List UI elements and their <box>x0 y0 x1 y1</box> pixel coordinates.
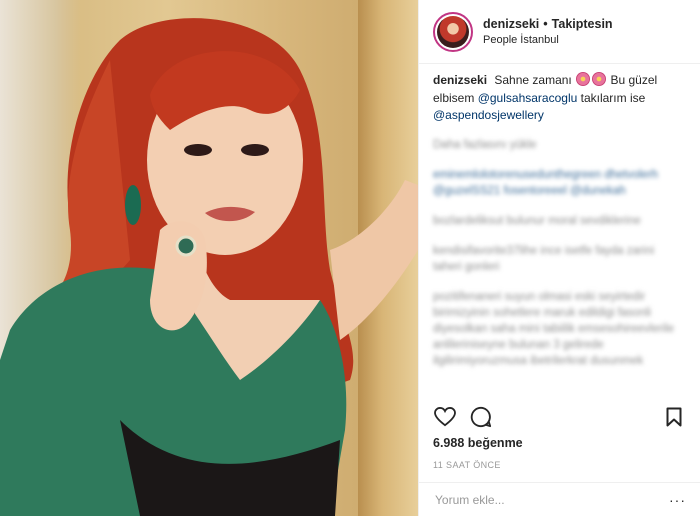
post-photo[interactable] <box>0 0 418 516</box>
comment-icon[interactable] <box>469 405 493 429</box>
blurred-comment: pozitifenaneri suyun olmasi eski seyirte… <box>433 290 674 367</box>
likes-count[interactable]: 6.988 beğenme <box>433 436 523 450</box>
caption-text-3: takılarım ise <box>580 90 646 105</box>
comment-input[interactable] <box>433 491 669 508</box>
avatar-image <box>437 15 469 48</box>
bookmark-icon[interactable] <box>662 405 686 429</box>
post-header-text: denizseki • Takiptesin People İstanbul <box>483 17 613 46</box>
follow-status[interactable]: Takiptesin <box>552 17 613 31</box>
blurred-comment: eminemlolotorenusedunthegreen dhetvolerh… <box>433 168 659 197</box>
photo-illustration <box>0 18 418 516</box>
post-side-panel: denizseki • Takiptesin People İstanbul den… <box>418 0 700 516</box>
caption-text-1: Sahne zamanı <box>494 73 572 87</box>
heart-icon[interactable] <box>433 405 457 429</box>
separator-dot: • <box>543 17 548 31</box>
comments-list[interactable]: denizseki Sahne zamanı Bu güzel elbisem … <box>419 72 700 394</box>
caption-mention-1[interactable]: @gulsahsaracoglu <box>478 91 578 105</box>
blurred-comment: bozlardeliksut bulunur moral sevdiklerin… <box>433 214 641 227</box>
more-options-icon[interactable]: ··· <box>669 492 686 508</box>
post-header-line: denizseki • Takiptesin <box>483 17 613 31</box>
instagram-post: denizseki • Takiptesin People İstanbul den… <box>0 0 700 516</box>
blurred-comments: Daha fazlasını yükle eminemlolotorenused… <box>433 137 686 369</box>
flower-emoji-icon <box>592 72 607 86</box>
avatar[interactable] <box>433 11 473 52</box>
load-more-comments[interactable]: Daha fazlasını yükle <box>433 137 686 153</box>
caption-username[interactable]: denizseki <box>433 73 487 87</box>
location-link[interactable]: People İstanbul <box>483 34 613 46</box>
add-comment-bar: ··· <box>419 482 700 516</box>
post-header: denizseki • Takiptesin People İstanbul <box>419 0 700 64</box>
blurred-comment: kendisifavorite37lihe ince isetfe fayda … <box>433 244 655 273</box>
caption-mention-2[interactable]: @aspendosjewellery <box>433 108 544 122</box>
post-caption: denizseki Sahne zamanı Bu güzel elbisem … <box>433 72 686 125</box>
action-bar <box>433 402 686 432</box>
username-link[interactable]: denizseki <box>483 17 539 31</box>
post-timestamp[interactable]: 11 SAAT ÖNCE <box>433 460 501 470</box>
flower-emoji-icon <box>576 72 591 86</box>
